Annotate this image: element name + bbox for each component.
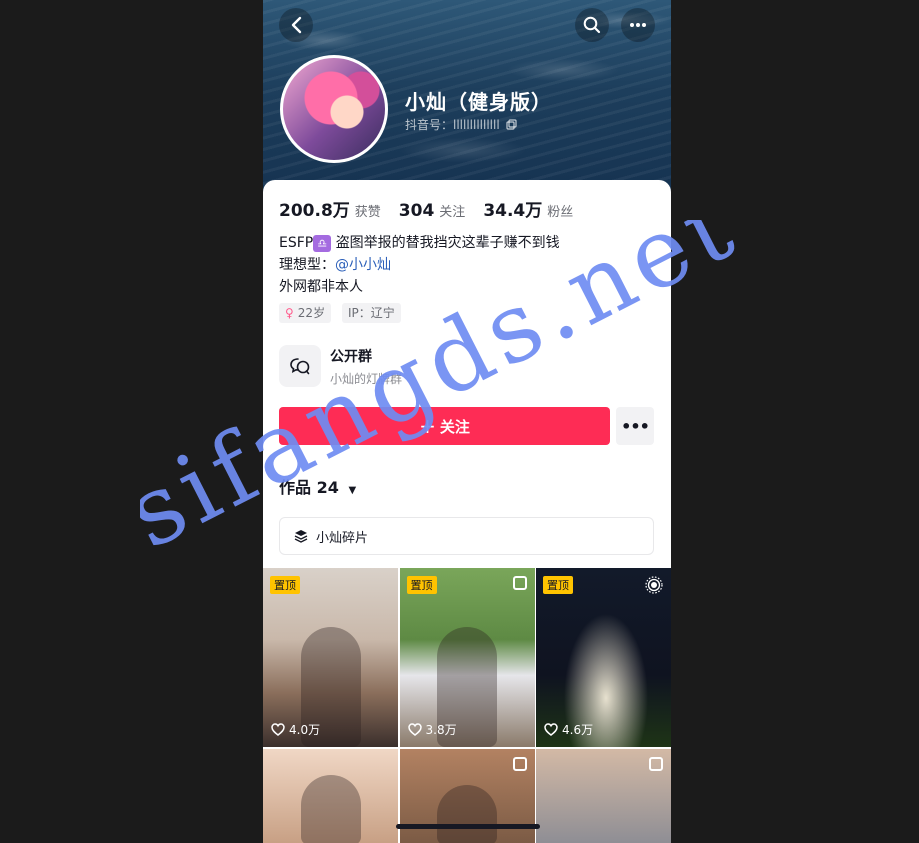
multi-image-icon [512,756,527,771]
video-thumbnail[interactable]: 置顶 4.6万 [536,568,671,747]
multi-image-icon [649,756,663,771]
more-options-button[interactable] [621,8,655,42]
multi-image-icon [512,576,527,590]
following-count[interactable]: 304 [399,201,435,221]
follow-label: 关注 [439,417,470,436]
caret-down-icon: ▼ [348,485,357,496]
likes-text: 3.8万 [425,723,457,737]
video-grid: 置顶 4.0万 置顶 3.8万 置顶 4.6万 [263,568,671,843]
pinned-badge: 置顶 [543,576,573,594]
more-actions-button[interactable]: ••• [616,407,654,445]
layers-icon [294,530,308,543]
plus-icon: + [419,414,436,438]
group-chat-button[interactable] [279,345,321,387]
heart-icon [271,723,285,736]
bio-line-3: 外网都非本人 [279,279,363,295]
video-likes: 3.8万 [407,721,457,738]
profile-name: 小灿（健身版） [405,90,552,114]
video-likes: 4.6万 [544,721,593,738]
ellipsis-icon [630,23,646,27]
likes-label: 获赞 [354,205,381,220]
likes-text: 4.6万 [562,723,594,737]
group-title[interactable]: 公开群 [330,346,372,366]
works-count: 24 [316,478,339,497]
likes-text: 4.0万 [289,723,321,737]
thumbnail-figure [437,784,497,843]
collection-label: 小灿碎片 [316,530,369,546]
chat-bubbles-icon [290,358,310,375]
pinned-badge: 置顶 [406,576,437,594]
douyin-id-text: 抖音号：llllllllllllll [405,118,500,132]
following-label[interactable]: 关注 [439,201,465,220]
works-label: 作品 [279,478,312,497]
copy-icon[interactable] [505,119,517,130]
stats-row: 200.8万 获赞 304 关注 34.4万 粉丝 [279,196,591,221]
profile-banner: 小灿（健身版） 抖音号：llllllllllllll [263,0,671,200]
search-icon [583,16,601,34]
avatar[interactable] [280,55,388,163]
mention-link[interactable]: @小小灿 [335,257,391,273]
video-thumbnail[interactable]: 置顶 3.8万 [399,568,535,747]
video-likes: 4.0万 [271,721,320,738]
bio-ideal-label: 理想型： [279,257,335,273]
home-indicator [396,824,540,829]
chevron-left-icon [291,16,302,34]
likes-count: 200.8万 [279,201,350,221]
libra-icon: ♎ [313,234,332,252]
group-subtitle: 小灿的灯牌群 [330,372,403,386]
profile-screen: 小灿（健身版） 抖音号：llllllllllllll 200.8万 获赞 304… [263,0,671,843]
heart-icon [544,723,558,736]
ip-tag: IP：辽宁 [342,303,401,323]
followers-count[interactable]: 34.4万 [483,196,542,221]
female-icon: ♀ [285,306,294,320]
collection-button[interactable]: 小灿碎片 [279,517,654,555]
follow-button[interactable]: + 关注 [279,407,610,445]
video-thumbnail[interactable] [263,748,398,843]
bio-line-1: ESFP ♎ 盗图举报的替我挡灾这辈子赚不到钱 [279,232,560,252]
bio-line-2: 理想型：@小小灿 [279,254,391,274]
followers-label[interactable]: 粉丝 [547,201,573,220]
heart-icon [407,723,422,736]
douyin-id[interactable]: 抖音号：llllllllllllll [405,116,517,133]
back-button[interactable] [279,8,313,42]
video-thumbnail[interactable] [536,748,671,843]
age-text: 22岁 [297,306,326,320]
live-photo-icon [645,576,663,594]
mbti-text: ESFP [279,235,314,251]
thumbnail-figure [300,774,361,843]
profile-card: 200.8万 获赞 304 关注 34.4万 粉丝 ESFP ♎ 盗图举报的替我挡… [263,180,671,568]
bio-text: 盗图举报的替我挡灾这辈子赚不到钱 [335,235,560,251]
age-tag: ♀ 22岁 [279,303,332,323]
pinned-badge: 置顶 [270,576,300,594]
tab-works[interactable]: 作品 24 ▼ [279,474,356,498]
search-button[interactable] [575,8,609,42]
video-thumbnail[interactable]: 置顶 4.0万 [263,568,398,747]
